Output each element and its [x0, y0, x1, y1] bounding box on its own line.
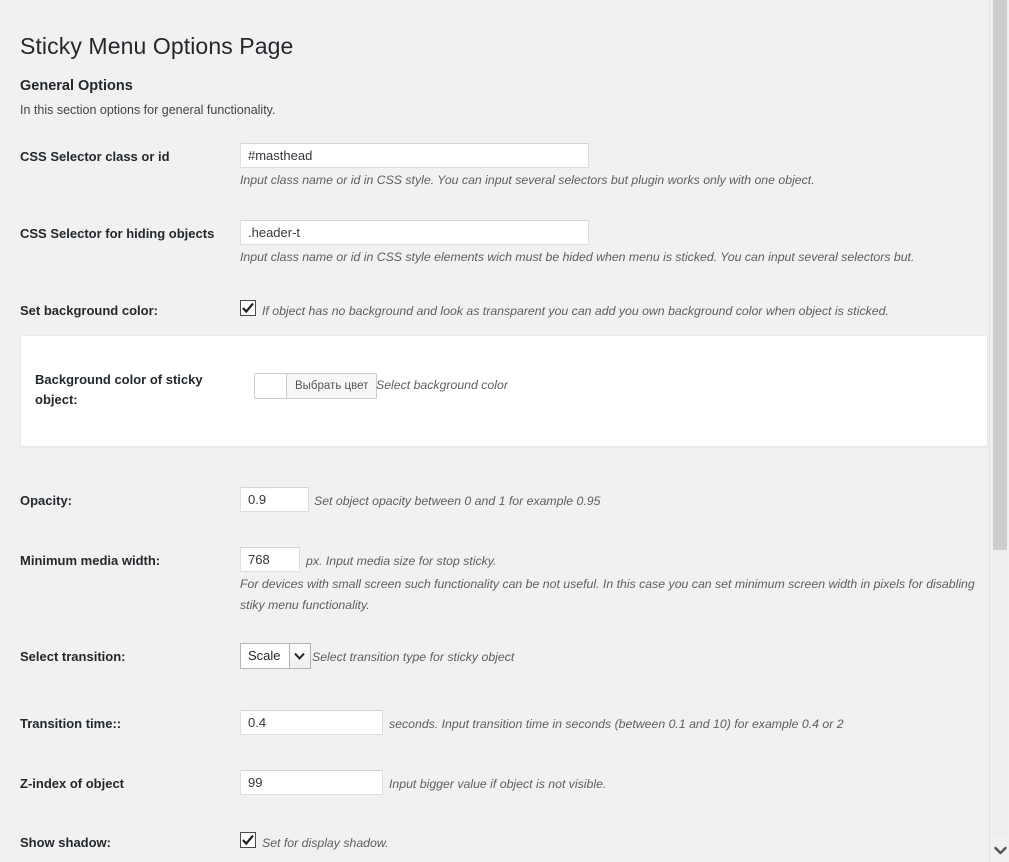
options-content: Sticky Menu Options Page General Options…	[0, 0, 989, 862]
desc-transition-time: seconds. Input transition time in second…	[389, 717, 844, 731]
css-selector-input[interactable]	[240, 143, 589, 168]
label-minimum-media-width: Minimum media width:	[20, 553, 161, 568]
desc-opacity: Set object opacity between 0 and 1 for e…	[314, 494, 601, 508]
section-description: In this section options for general func…	[20, 103, 276, 117]
background-color-panel: Background color of sticky object: Выбра…	[20, 335, 988, 447]
transition-time-input[interactable]	[240, 710, 383, 735]
desc-z-index: Input bigger value if object is not visi…	[389, 777, 607, 791]
set-background-color-checkbox[interactable]	[240, 300, 256, 316]
label-select-transition: Select transition:	[20, 649, 126, 664]
label-opacity: Opacity:	[20, 493, 73, 508]
desc-set-background-color: If object has no background and look as …	[262, 304, 889, 318]
label-set-background-color: Set background color:	[20, 303, 158, 318]
desc-minimum-media-width-long: For devices with small screen such funct…	[240, 577, 975, 612]
desc-background-color: Select background color	[376, 378, 508, 392]
minimum-media-width-input[interactable]	[240, 547, 300, 572]
transition-select[interactable]: Scale	[240, 643, 311, 669]
scrollbar-thumb[interactable]	[993, 0, 1007, 550]
section-title-general-options: General Options	[20, 78, 133, 95]
desc-minimum-media-width: px. Input media size for stop sticky.	[306, 554, 497, 568]
page-title: Sticky Menu Options Page	[20, 33, 294, 60]
checkmark-icon	[242, 834, 254, 846]
label-hiding-selector: CSS Selector for hiding objects	[20, 226, 215, 241]
label-transition-time: Transition time::	[20, 716, 122, 731]
transition-select-value: Scale	[248, 648, 281, 663]
desc-show-shadow: Set for display shadow.	[262, 836, 389, 850]
show-shadow-checkbox[interactable]	[240, 832, 256, 848]
hiding-selector-input[interactable]	[240, 220, 589, 245]
color-picker-button-label[interactable]: Выбрать цвет	[287, 374, 377, 398]
label-show-shadow: Show shadow:	[20, 835, 111, 850]
color-swatch[interactable]	[255, 374, 287, 398]
scroll-down-button[interactable]	[990, 838, 1009, 862]
chevron-down-icon	[993, 846, 1007, 854]
desc-css-selector: Input class name or id in CSS style. You…	[240, 173, 815, 187]
checkmark-icon	[242, 302, 254, 314]
options-page: Sticky Menu Options Page General Options…	[0, 0, 1009, 862]
desc-hiding-selector: Input class name or id in CSS style elem…	[240, 250, 915, 264]
background-color-picker[interactable]: Выбрать цвет	[254, 373, 378, 399]
label-background-color-of-sticky-object: Background color of sticky object:	[35, 372, 203, 407]
chevron-down-icon[interactable]	[288, 644, 310, 668]
opacity-input[interactable]	[240, 487, 309, 512]
label-css-selector: CSS Selector class or id	[20, 149, 170, 164]
desc-select-transition: Select transition type for sticky object	[312, 650, 515, 664]
vertical-scrollbar[interactable]	[989, 0, 1009, 862]
z-index-input[interactable]	[240, 770, 383, 795]
label-z-index: Z-index of object	[20, 776, 124, 791]
